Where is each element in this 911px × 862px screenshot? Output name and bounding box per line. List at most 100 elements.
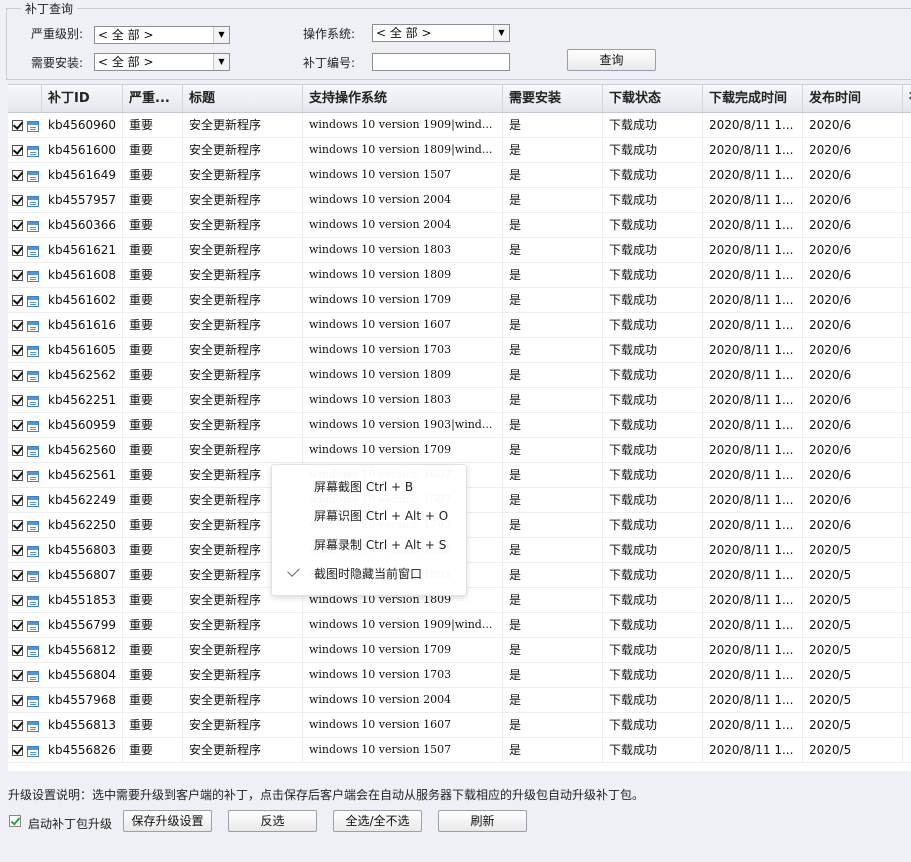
- table-row[interactable]: kb4561608 重要 安全更新程序 windows 10 version 1809…: [8, 263, 911, 288]
- table-row[interactable]: kb4561616 重要 安全更新程序 windows 10 version 1607…: [8, 313, 911, 338]
- table-row[interactable]: kb4560960 重要 安全更新程序 windows 10 version 1909…: [8, 113, 911, 138]
- table-row[interactable]: kb4561621 重要 安全更新程序 windows 10 version 1803…: [8, 238, 911, 263]
- table-row[interactable]: kb4562562 重要 安全更新程序 windows 10 version 1809…: [8, 363, 911, 388]
- row-checkbox[interactable]: [12, 270, 23, 281]
- header-patch-id[interactable]: 补丁ID: [42, 85, 123, 112]
- cell-release-time: 2020/6: [803, 338, 903, 362]
- cell-release-time: 2020/6: [803, 438, 903, 462]
- row-checkbox[interactable]: [12, 470, 23, 481]
- cell-need-install: 是: [503, 638, 603, 662]
- cell-need-install: 是: [503, 738, 603, 762]
- menu-item-screen-ocr[interactable]: 屏幕识图 Ctrl + Alt + O: [314, 505, 448, 527]
- row-checkbox[interactable]: [12, 320, 23, 331]
- cell-os: windows 10 version 1909|wind...: [303, 113, 503, 137]
- row-checkbox[interactable]: [12, 145, 23, 156]
- table-row[interactable]: kb4561602 重要 安全更新程序 windows 10 version 1709…: [8, 288, 911, 313]
- query-button[interactable]: 查询: [567, 49, 656, 71]
- cell-severity: 重要: [123, 613, 183, 637]
- refresh-button[interactable]: 刷新: [438, 810, 527, 832]
- cell-severity: 重要: [123, 238, 183, 262]
- cell-download-status: 下载成功: [603, 188, 703, 212]
- chevron-down-icon[interactable]: ▼: [213, 54, 229, 70]
- table-row[interactable]: kb4562251 重要 安全更新程序 windows 10 version 1803…: [8, 388, 911, 413]
- row-checkbox[interactable]: [12, 545, 23, 556]
- row-checkbox[interactable]: [12, 170, 23, 181]
- row-checkbox[interactable]: [12, 745, 23, 756]
- row-checkbox[interactable]: [12, 595, 23, 606]
- menu-item-screen-record[interactable]: 屏幕录制 Ctrl + Alt + S: [314, 534, 446, 556]
- patch-no-input[interactable]: [372, 53, 510, 71]
- row-checkbox[interactable]: [12, 395, 23, 406]
- row-checkbox[interactable]: [12, 670, 23, 681]
- row-checkbox[interactable]: [12, 420, 23, 431]
- cell-release-time: 2020/6: [803, 513, 903, 537]
- cell-need-install: 是: [503, 313, 603, 337]
- cell-os: windows 10 version 1809: [303, 363, 503, 387]
- cell-os: windows 10 version 1803: [303, 238, 503, 262]
- row-checkbox[interactable]: [12, 720, 23, 731]
- cell-download-time: 2020/8/11 1...: [703, 438, 803, 462]
- header-title[interactable]: 标题: [183, 85, 303, 112]
- row-checkbox[interactable]: [12, 370, 23, 381]
- row-checkbox[interactable]: [12, 620, 23, 631]
- cell-title: 安全更新程序: [183, 138, 303, 162]
- header-extra[interactable]: 有: [903, 85, 911, 112]
- chevron-down-icon[interactable]: ▼: [493, 25, 509, 41]
- header-release-time[interactable]: 发布时间: [803, 85, 903, 112]
- cell-severity: 重要: [123, 338, 183, 362]
- row-checkbox[interactable]: [12, 120, 23, 131]
- row-checkbox[interactable]: [12, 570, 23, 581]
- row-checkbox[interactable]: [12, 195, 23, 206]
- cell-download-time: 2020/8/11 1...: [703, 738, 803, 762]
- menu-item-screenshot[interactable]: 屏幕截图 Ctrl + B: [314, 476, 413, 498]
- row-checkbox[interactable]: [12, 295, 23, 306]
- cell-release-time: 2020/5: [803, 713, 903, 737]
- table-row[interactable]: kb4560366 重要 安全更新程序 windows 10 version 2004…: [8, 213, 911, 238]
- row-checkbox[interactable]: [12, 220, 23, 231]
- cell-need-install: 是: [503, 138, 603, 162]
- table-row[interactable]: kb4556812 重要 安全更新程序 windows 10 version 1709…: [8, 638, 911, 663]
- os-select[interactable]: < 全 部 > ▼: [372, 24, 510, 42]
- header-need-install[interactable]: 需要安装: [503, 85, 603, 112]
- cell-severity: 重要: [123, 388, 183, 412]
- row-checkbox[interactable]: [12, 445, 23, 456]
- table-row[interactable]: kb4556804 重要 安全更新程序 windows 10 version 1703…: [8, 663, 911, 688]
- select-all-button[interactable]: 全选/全不选: [333, 810, 422, 832]
- row-checkbox[interactable]: [12, 495, 23, 506]
- row-checkbox[interactable]: [12, 520, 23, 531]
- table-row[interactable]: kb4562560 重要 安全更新程序 windows 10 version 1709…: [8, 438, 911, 463]
- table-row[interactable]: kb4557968 重要 安全更新程序 windows 10 version 2004…: [8, 688, 911, 713]
- table-row[interactable]: kb4561649 重要 安全更新程序 windows 10 version 1507…: [8, 163, 911, 188]
- enable-upgrade-checkbox[interactable]: [9, 815, 21, 827]
- patch-window-icon: [27, 346, 39, 357]
- header-download-status[interactable]: 下载状态: [603, 85, 703, 112]
- cell-title: 安全更新程序: [183, 613, 303, 637]
- cell-patch-id: kb4562562: [42, 363, 123, 387]
- header-download-time[interactable]: 下载完成时间: [703, 85, 803, 112]
- need-install-select[interactable]: < 全 部 > ▼: [94, 53, 230, 71]
- table-row[interactable]: kb4561605 重要 安全更新程序 windows 10 version 1703…: [8, 338, 911, 363]
- table-row[interactable]: kb4561600 重要 安全更新程序 windows 10 version 1809…: [8, 138, 911, 163]
- menu-item-hide-window[interactable]: 截图时隐藏当前窗口: [314, 563, 422, 585]
- save-settings-button[interactable]: 保存升级设置: [123, 810, 212, 832]
- cell-os: windows 10 version 2004: [303, 213, 503, 237]
- cell-patch-id: kb4556813: [42, 713, 123, 737]
- patch-no-label: 补丁编号:: [303, 56, 356, 70]
- row-checkbox[interactable]: [12, 695, 23, 706]
- invert-selection-button[interactable]: 反选: [228, 810, 317, 832]
- chevron-down-icon[interactable]: ▼: [213, 27, 229, 43]
- table-row[interactable]: kb4556826 重要 安全更新程序 windows 10 version 1507…: [8, 738, 911, 763]
- header-severity[interactable]: 严重...: [123, 85, 183, 112]
- row-checkbox[interactable]: [12, 645, 23, 656]
- severity-select[interactable]: < 全 部 > ▼: [94, 26, 230, 44]
- header-os[interactable]: 支持操作系统: [303, 85, 503, 112]
- table-row[interactable]: kb4556813 重要 安全更新程序 windows 10 version 1607…: [8, 713, 911, 738]
- table-row[interactable]: kb4557957 重要 安全更新程序 windows 10 version 2004…: [8, 188, 911, 213]
- cell-patch-id: kb4560960: [42, 113, 123, 137]
- table-row[interactable]: kb4560959 重要 安全更新程序 windows 10 version 1903…: [8, 413, 911, 438]
- cell-title: 安全更新程序: [183, 713, 303, 737]
- row-checkbox[interactable]: [12, 245, 23, 256]
- table-row[interactable]: kb4556799 重要 安全更新程序 windows 10 version 1909…: [8, 613, 911, 638]
- row-checkbox[interactable]: [12, 345, 23, 356]
- cell-severity: 重要: [123, 113, 183, 137]
